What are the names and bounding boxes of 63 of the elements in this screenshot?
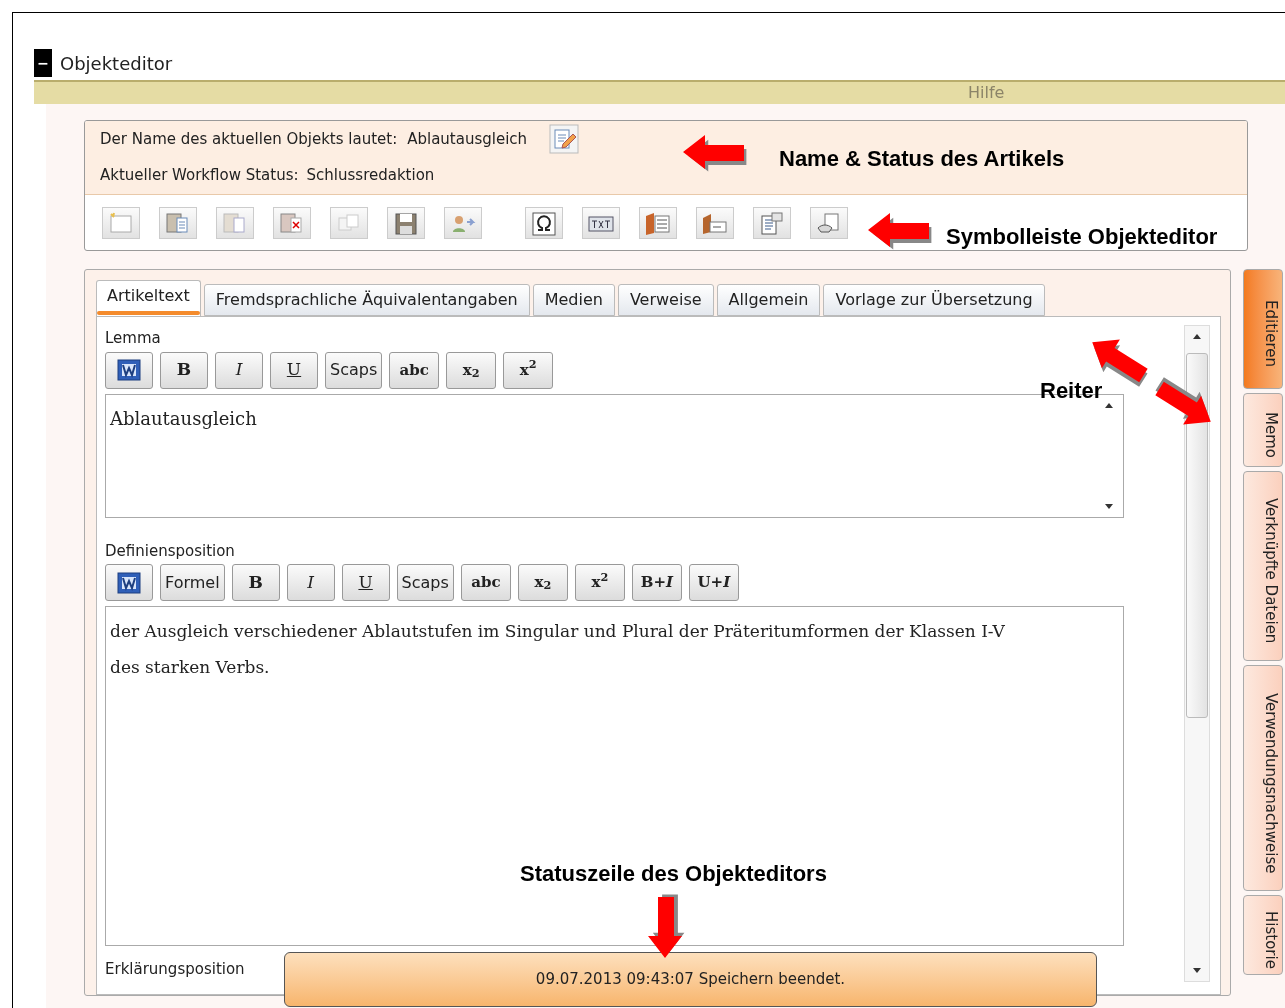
italic-button[interactable]: I — [215, 351, 263, 389]
vertical-scrollbar[interactable] — [1184, 325, 1210, 982]
workflow-status-label: Aktueller Workflow Status: — [100, 165, 299, 187]
underline-button[interactable]: U — [341, 564, 390, 601]
bold-button[interactable]: B — [160, 351, 208, 389]
scroll-up-icon[interactable] — [1193, 334, 1201, 339]
word-document-button[interactable] — [105, 564, 153, 601]
side-tab[interactable]: Verwendungsnachweise — [1243, 665, 1283, 891]
scrollbar-thumb[interactable] — [1186, 353, 1208, 718]
format-button[interactable]: Scaps — [325, 351, 383, 389]
scroll-down-icon[interactable] — [1105, 503, 1113, 509]
text-file-icon[interactable] — [582, 206, 620, 239]
word-document-button[interactable] — [105, 351, 153, 389]
field-label: Lemma — [105, 328, 161, 349]
format-button[interactable]: U+I — [688, 564, 739, 601]
format-button[interactable]: abc — [460, 564, 511, 601]
format-button[interactable]: B+I — [631, 564, 682, 601]
document-stack-icon[interactable] — [159, 206, 197, 239]
side-tab[interactable]: Verknüpfte Dateien — [1243, 471, 1283, 661]
workflow-status-value: Schlussredaktion — [306, 165, 435, 187]
scroll-up-icon[interactable] — [1105, 402, 1113, 408]
bold-button[interactable]: B — [231, 564, 280, 601]
tab[interactable]: Vorlage zur Übersetzung — [823, 284, 1045, 316]
properties-document-icon[interactable] — [753, 206, 791, 239]
scroll-down-icon[interactable] — [1193, 968, 1201, 973]
callout-label: Name & Status des Artikels — [779, 145, 1065, 173]
book-list-icon[interactable] — [696, 206, 734, 239]
object-name-label: Der Name des aktuellen Objekts lautet: — [100, 129, 398, 150]
collapse-button[interactable]: − — [34, 49, 52, 77]
status-bar: 09.07.2013 09:43:07 Speichern beendet. — [284, 952, 1097, 1007]
delete-document-icon[interactable] — [273, 206, 311, 239]
format-button[interactable]: x$^{2}$ — [503, 351, 554, 389]
tab[interactable]: Fremdsprachliche Äquivalentangaben — [203, 284, 530, 316]
edit-document-icon[interactable] — [549, 124, 580, 155]
callout-label: Symbolleiste Objekteditor — [946, 223, 1218, 251]
side-tab[interactable]: Historie — [1243, 895, 1283, 975]
format-button[interactable]: x$_{2}$ — [446, 351, 497, 389]
tab[interactable]: Verweise — [617, 284, 714, 316]
numbered-list-icon[interactable] — [639, 206, 677, 239]
hand-document-icon[interactable] — [810, 206, 848, 239]
underline-button[interactable]: U — [270, 351, 318, 389]
tab[interactable]: Artikeltext — [96, 280, 201, 316]
omega-icon[interactable] — [525, 206, 563, 239]
save-icon[interactable] — [387, 206, 425, 239]
tab[interactable]: Allgemein — [716, 284, 821, 316]
tab[interactable]: Medien — [532, 284, 615, 316]
callout-label: Statuszeile des Objekteditors — [520, 860, 827, 888]
word-document-icon — [117, 359, 141, 381]
text-area-value: Ablautausgleich — [110, 407, 257, 429]
format-button[interactable]: x$_{2}$ — [517, 564, 568, 601]
field-label: Erklärungsposition — [105, 959, 245, 980]
window-title: Objekteditor — [60, 51, 173, 76]
side-tab[interactable]: Editieren — [1243, 269, 1283, 389]
word-document-icon — [117, 571, 141, 594]
side-tab[interactable]: Memo — [1243, 393, 1283, 467]
italic-button[interactable]: I — [286, 564, 335, 601]
format-button[interactable]: x$^{2}$ — [574, 564, 625, 601]
text-area-value: der Ausgleich verschiedener Ablautstufen im Singular und Plural der Präteritumformen der Klassen I-V des starken Verbs. — [110, 620, 1006, 679]
format-button[interactable]: Scaps — [396, 564, 454, 601]
field-label: Definiensposition — [105, 540, 235, 562]
format-button[interactable]: abc — [389, 351, 440, 389]
format-button[interactable]: Formel — [160, 564, 225, 601]
object-name-value: Ablautausgleich — [407, 129, 528, 150]
